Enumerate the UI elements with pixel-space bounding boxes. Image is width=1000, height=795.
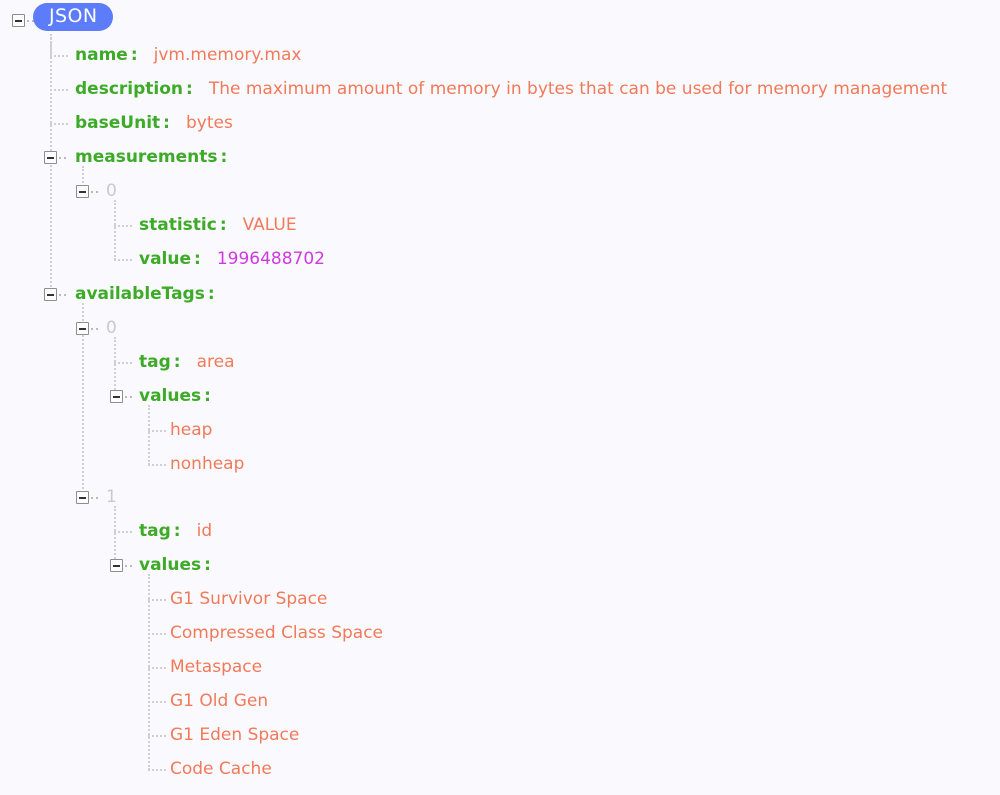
root-json-badge[interactable]: JSON xyxy=(33,3,114,31)
list-item: nonheap xyxy=(170,447,1000,481)
tree-connector-values-1-item-3 xyxy=(148,701,166,703)
tree-connector-baseunit xyxy=(50,123,68,125)
json-tree-viewer: JSON name : jvm.memory.max description :… xyxy=(0,0,1000,795)
tree-line-root-spine xyxy=(50,34,52,298)
colon-baseunit: : xyxy=(163,113,170,133)
tree-connector-values-1-item-1 xyxy=(148,633,166,635)
value-values-0-item-0: heap xyxy=(170,420,213,440)
row-availabletags-index-1: 1 xyxy=(106,480,1000,514)
tree-connector-values-1-item-0 xyxy=(148,599,166,601)
colon-values-0: : xyxy=(204,386,211,406)
key-tag-0: tag xyxy=(139,352,171,372)
list-item: Compressed Class Space xyxy=(170,616,1000,650)
row-values-1: values : xyxy=(139,548,1000,582)
row-availabletags-index-0: 0 xyxy=(106,311,1000,345)
key-statistic: statistic xyxy=(139,215,217,235)
list-item: G1 Survivor Space xyxy=(170,582,1000,616)
tree-connector-value xyxy=(114,259,132,261)
key-value: value xyxy=(139,249,192,269)
value-values-1-item-2: Metaspace xyxy=(170,657,263,677)
tree-line-measurements-0-spine xyxy=(114,200,116,260)
row-statistic: statistic : VALUE xyxy=(139,208,1000,242)
row-values-0: values : xyxy=(139,379,1000,413)
toggle-measurements-0[interactable] xyxy=(76,185,98,198)
value-values-1-item-4: G1 Eden Space xyxy=(170,725,300,745)
list-item: Code Cache xyxy=(170,752,1000,786)
tree-connector-values-1-item-2 xyxy=(148,667,166,669)
row-availabletags: availableTags : xyxy=(75,277,1000,311)
value-values-1-item-1: Compressed Class Space xyxy=(170,623,383,643)
key-values-0: values xyxy=(139,386,202,406)
tree-connector-name xyxy=(50,55,68,57)
key-availabletags: availableTags xyxy=(75,284,205,304)
tree-connector-tag-0 xyxy=(114,362,132,364)
toggle-availabletags-1[interactable] xyxy=(76,491,98,504)
row-description: description : The maximum amount of memo… xyxy=(75,72,1000,106)
tree-connector-description xyxy=(50,89,68,91)
colon-values-1: : xyxy=(204,555,211,575)
key-description: description xyxy=(75,79,184,99)
list-item: G1 Old Gen xyxy=(170,684,1000,718)
colon-name: : xyxy=(130,45,138,65)
key-measurements: measurements xyxy=(75,147,218,167)
colon-statistic: : xyxy=(219,215,227,235)
index-measurements-0: 0 xyxy=(106,181,117,201)
value-values-1-item-3: G1 Old Gen xyxy=(170,691,269,711)
row-baseunit: baseUnit : bytes xyxy=(75,106,1000,140)
tree-line-availabletags-0-spine xyxy=(114,337,116,397)
value-values-0-item-1: nonheap xyxy=(170,454,245,474)
tree-connector-values-1-item-4 xyxy=(148,735,166,737)
value-description: The maximum amount of memory in bytes th… xyxy=(208,79,948,99)
tree-connector-statistic xyxy=(114,225,132,227)
value-values-1-item-5: Code Cache xyxy=(170,759,272,779)
tree-connector-values-0-item-1 xyxy=(148,464,166,466)
tree-connector-tag-1 xyxy=(114,531,132,533)
row-tag-0: tag : area xyxy=(139,345,1000,379)
row-tag-1: tag : id xyxy=(139,514,1000,548)
row-value: value : 1996488702 xyxy=(139,242,1000,276)
value-tag-1: id xyxy=(196,521,213,541)
key-name: name xyxy=(75,45,128,65)
tree-connector-values-1-item-5 xyxy=(148,769,166,771)
toggle-values-0[interactable] xyxy=(110,390,132,403)
colon-tag-1: : xyxy=(173,521,181,541)
value-baseunit: bytes xyxy=(185,113,233,133)
list-item: G1 Eden Space xyxy=(170,718,1000,752)
row-name: name : jvm.memory.max xyxy=(75,38,1000,72)
toggle-availabletags[interactable] xyxy=(44,288,66,301)
tree-connector-values-0-item-0 xyxy=(148,430,166,432)
colon-availabletags: : xyxy=(207,284,215,304)
tree-line-values-0-spine xyxy=(148,405,150,465)
colon-tag-0: : xyxy=(173,352,181,372)
list-item: Metaspace xyxy=(170,650,1000,684)
value-name: jvm.memory.max xyxy=(153,45,302,65)
colon-measurements: : xyxy=(220,147,228,167)
index-availabletags-1: 1 xyxy=(106,487,117,507)
index-availabletags-0: 0 xyxy=(106,318,117,338)
value-value: 1996488702 xyxy=(216,249,325,269)
toggle-root[interactable] xyxy=(12,14,34,27)
toggle-measurements[interactable] xyxy=(44,151,66,164)
key-baseunit: baseUnit xyxy=(75,113,161,133)
value-tag-0: area xyxy=(196,352,235,372)
row-measurements-index-0: 0 xyxy=(106,174,1000,208)
toggle-values-1[interactable] xyxy=(110,559,132,572)
list-item: heap xyxy=(170,413,1000,447)
value-values-1-item-0: G1 Survivor Space xyxy=(170,589,328,609)
toggle-availabletags-0[interactable] xyxy=(76,322,98,335)
tree-line-availabletags-1-spine xyxy=(114,506,116,566)
tree-line-values-1-spine xyxy=(148,574,150,770)
colon-description: : xyxy=(186,79,193,99)
key-tag-1: tag xyxy=(139,521,171,541)
colon-value: : xyxy=(194,249,201,269)
row-measurements: measurements : xyxy=(75,140,1000,174)
key-values-1: values xyxy=(139,555,202,575)
value-statistic: VALUE xyxy=(242,215,297,235)
